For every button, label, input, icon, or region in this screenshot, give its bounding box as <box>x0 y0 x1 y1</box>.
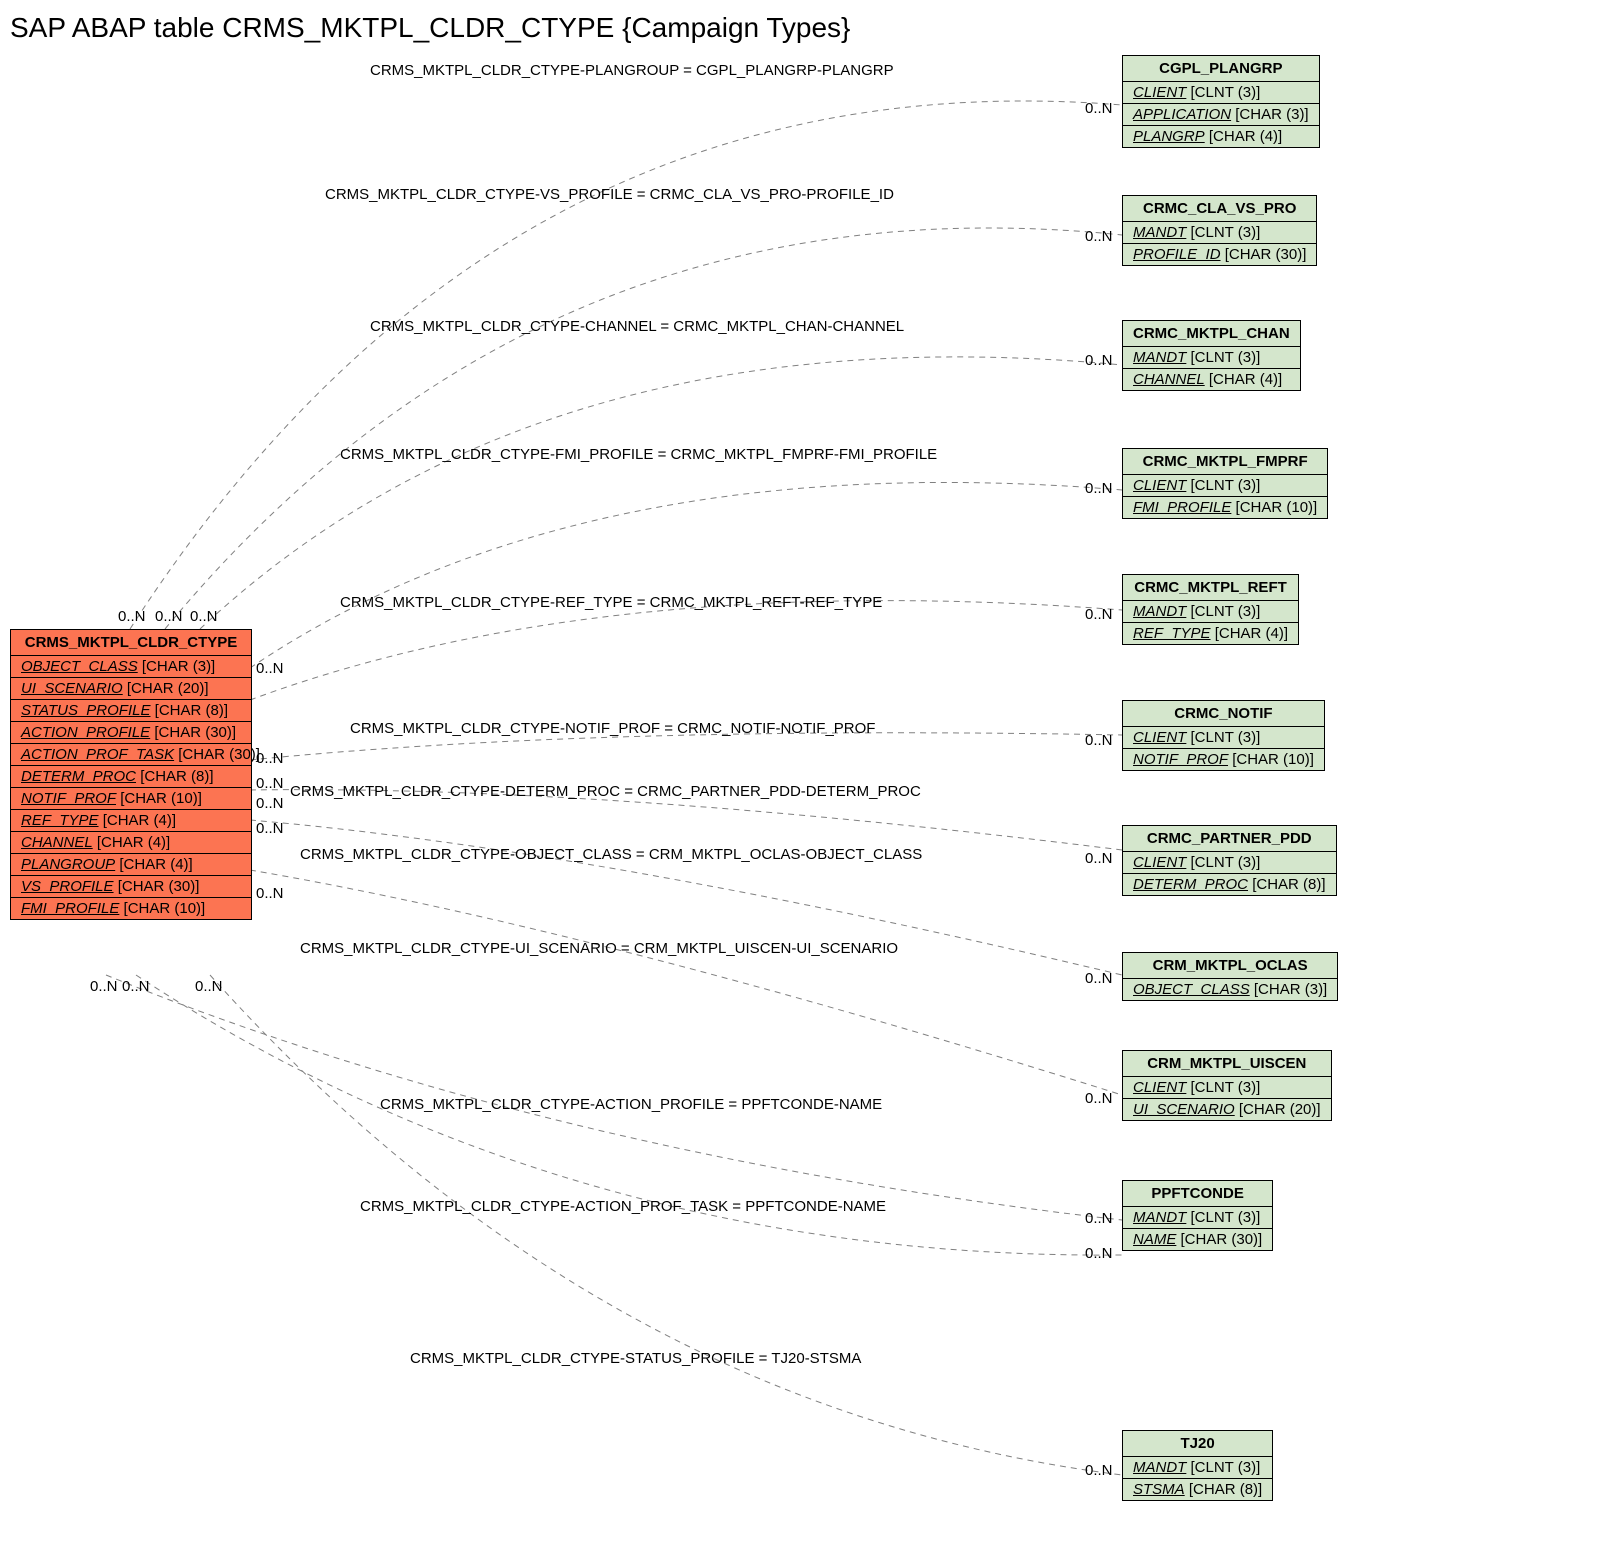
target-table-header: TJ20 <box>1123 1431 1272 1457</box>
table-row: NOTIF_PROF [CHAR (10)] <box>11 788 251 810</box>
cardinality-label: 0..N <box>256 795 284 812</box>
table-row: CHANNEL [CHAR (4)] <box>1123 369 1300 390</box>
cardinality-label: 0..N <box>1085 850 1113 867</box>
table-row: REF_TYPE [CHAR (4)] <box>1123 623 1298 644</box>
target-table-header: CRM_MKTPL_OCLAS <box>1123 953 1337 979</box>
relationship-label: CRMS_MKTPL_CLDR_CTYPE-NOTIF_PROF = CRMC_… <box>350 720 875 737</box>
target-table-header: CRMC_NOTIF <box>1123 701 1324 727</box>
target-table-header: PPFTCONDE <box>1123 1181 1272 1207</box>
table-row: CLIENT [CLNT (3)] <box>1123 82 1319 104</box>
target-table-cgpl-plangrp: CGPL_PLANGRP CLIENT [CLNT (3)] APPLICATI… <box>1122 55 1320 148</box>
target-table-header: CGPL_PLANGRP <box>1123 56 1319 82</box>
cardinality-label: 0..N <box>1085 1210 1113 1227</box>
target-table-header: CRMC_MKTPL_REFT <box>1123 575 1298 601</box>
relationship-label: CRMS_MKTPL_CLDR_CTYPE-DETERM_PROC = CRMC… <box>290 783 921 800</box>
cardinality-label: 0..N <box>256 885 284 902</box>
table-row: REF_TYPE [CHAR (4)] <box>11 810 251 832</box>
cardinality-label: 0..N <box>195 978 223 995</box>
table-row: MANDT [CLNT (3)] <box>1123 347 1300 369</box>
table-row: DETERM_PROC [CHAR (8)] <box>1123 874 1336 895</box>
table-row: MANDT [CLNT (3)] <box>1123 1457 1272 1479</box>
table-row: UI_SCENARIO [CHAR (20)] <box>11 678 251 700</box>
table-row: APPLICATION [CHAR (3)] <box>1123 104 1319 126</box>
cardinality-label: 0..N <box>1085 1462 1113 1479</box>
cardinality-label: 0..N <box>1085 352 1113 369</box>
table-row: ACTION_PROFILE [CHAR (30)] <box>11 722 251 744</box>
target-table-header: CRMC_PARTNER_PDD <box>1123 826 1336 852</box>
table-row: PLANGRP [CHAR (4)] <box>1123 126 1319 147</box>
target-table-header: CRMC_MKTPL_FMPRF <box>1123 449 1327 475</box>
table-row: MANDT [CLNT (3)] <box>1123 222 1316 244</box>
relationship-label: CRMS_MKTPL_CLDR_CTYPE-ACTION_PROF_TASK =… <box>360 1198 886 1215</box>
relationship-label: CRMS_MKTPL_CLDR_CTYPE-ACTION_PROFILE = P… <box>380 1096 882 1113</box>
table-row: PLANGROUP [CHAR (4)] <box>11 854 251 876</box>
cardinality-label: 0..N <box>122 978 150 995</box>
cardinality-label: 0..N <box>1085 1245 1113 1262</box>
target-table-crmc-notif: CRMC_NOTIF CLIENT [CLNT (3)] NOTIF_PROF … <box>1122 700 1325 771</box>
table-row: OBJECT_CLASS [CHAR (3)] <box>11 656 251 678</box>
page-title: SAP ABAP table CRMS_MKTPL_CLDR_CTYPE {Ca… <box>10 12 850 44</box>
table-row: DETERM_PROC [CHAR (8)] <box>11 766 251 788</box>
table-row: CLIENT [CLNT (3)] <box>1123 1077 1331 1099</box>
relationship-label: CRMS_MKTPL_CLDR_CTYPE-REF_TYPE = CRMC_MK… <box>340 594 882 611</box>
target-table-header: CRM_MKTPL_UISCEN <box>1123 1051 1331 1077</box>
target-table-header: CRMC_CLA_VS_PRO <box>1123 196 1316 222</box>
table-row: FMI_PROFILE [CHAR (10)] <box>11 898 251 919</box>
cardinality-label: 0..N <box>256 775 284 792</box>
relationship-label: CRMS_MKTPL_CLDR_CTYPE-STATUS_PROFILE = T… <box>410 1350 861 1367</box>
target-table-crm-mktpl-uiscen: CRM_MKTPL_UISCEN CLIENT [CLNT (3)] UI_SC… <box>1122 1050 1332 1121</box>
relationship-label: CRMS_MKTPL_CLDR_CTYPE-PLANGROUP = CGPL_P… <box>370 62 894 79</box>
table-row: NOTIF_PROF [CHAR (10)] <box>1123 749 1324 770</box>
table-row: MANDT [CLNT (3)] <box>1123 601 1298 623</box>
target-table-crmc-mktpl-chan: CRMC_MKTPL_CHAN MANDT [CLNT (3)] CHANNEL… <box>1122 320 1301 391</box>
cardinality-label: 0..N <box>256 750 284 767</box>
table-row: OBJECT_CLASS [CHAR (3)] <box>1123 979 1337 1000</box>
cardinality-label: 0..N <box>256 820 284 837</box>
table-row: UI_SCENARIO [CHAR (20)] <box>1123 1099 1331 1120</box>
table-row: ACTION_PROF_TASK [CHAR (30)] <box>11 744 251 766</box>
table-row: VS_PROFILE [CHAR (30)] <box>11 876 251 898</box>
relationship-label: CRMS_MKTPL_CLDR_CTYPE-CHANNEL = CRMC_MKT… <box>370 318 904 335</box>
table-row: STATUS_PROFILE [CHAR (8)] <box>11 700 251 722</box>
cardinality-label: 0..N <box>1085 970 1113 987</box>
cardinality-label: 0..N <box>90 978 118 995</box>
cardinality-label: 0..N <box>190 608 218 625</box>
cardinality-label: 0..N <box>118 608 146 625</box>
cardinality-label: 0..N <box>155 608 183 625</box>
cardinality-label: 0..N <box>1085 1090 1113 1107</box>
relationship-label: CRMS_MKTPL_CLDR_CTYPE-FMI_PROFILE = CRMC… <box>340 446 937 463</box>
table-row: CHANNEL [CHAR (4)] <box>11 832 251 854</box>
target-table-crmc-mktpl-reft: CRMC_MKTPL_REFT MANDT [CLNT (3)] REF_TYP… <box>1122 574 1299 645</box>
source-table: CRMS_MKTPL_CLDR_CTYPE OBJECT_CLASS [CHAR… <box>10 629 252 920</box>
target-table-crm-mktpl-oclas: CRM_MKTPL_OCLAS OBJECT_CLASS [CHAR (3)] <box>1122 952 1338 1001</box>
table-row: CLIENT [CLNT (3)] <box>1123 727 1324 749</box>
cardinality-label: 0..N <box>1085 100 1113 117</box>
relationship-label: CRMS_MKTPL_CLDR_CTYPE-UI_SCENARIO = CRM_… <box>300 940 898 957</box>
diagram-canvas: SAP ABAP table CRMS_MKTPL_CLDR_CTYPE {Ca… <box>0 0 1613 1554</box>
relationship-label: CRMS_MKTPL_CLDR_CTYPE-VS_PROFILE = CRMC_… <box>325 186 894 203</box>
cardinality-label: 0..N <box>1085 480 1113 497</box>
table-row: PROFILE_ID [CHAR (30)] <box>1123 244 1316 265</box>
table-row: STSMA [CHAR (8)] <box>1123 1479 1272 1500</box>
table-row: CLIENT [CLNT (3)] <box>1123 475 1327 497</box>
target-table-header: CRMC_MKTPL_CHAN <box>1123 321 1300 347</box>
table-row: FMI_PROFILE [CHAR (10)] <box>1123 497 1327 518</box>
cardinality-label: 0..N <box>1085 732 1113 749</box>
cardinality-label: 0..N <box>256 660 284 677</box>
target-table-crmc-mktpl-fmprf: CRMC_MKTPL_FMPRF CLIENT [CLNT (3)] FMI_P… <box>1122 448 1328 519</box>
cardinality-label: 0..N <box>1085 228 1113 245</box>
table-row: NAME [CHAR (30)] <box>1123 1229 1272 1250</box>
cardinality-label: 0..N <box>1085 606 1113 623</box>
target-table-crmc-cla-vs-pro: CRMC_CLA_VS_PRO MANDT [CLNT (3)] PROFILE… <box>1122 195 1317 266</box>
table-row: CLIENT [CLNT (3)] <box>1123 852 1336 874</box>
source-table-header: CRMS_MKTPL_CLDR_CTYPE <box>11 630 251 656</box>
target-table-ppftconde: PPFTCONDE MANDT [CLNT (3)] NAME [CHAR (3… <box>1122 1180 1273 1251</box>
target-table-crmc-partner-pdd: CRMC_PARTNER_PDD CLIENT [CLNT (3)] DETER… <box>1122 825 1337 896</box>
relationship-label: CRMS_MKTPL_CLDR_CTYPE-OBJECT_CLASS = CRM… <box>300 846 922 863</box>
target-table-tj20: TJ20 MANDT [CLNT (3)] STSMA [CHAR (8)] <box>1122 1430 1273 1501</box>
table-row: MANDT [CLNT (3)] <box>1123 1207 1272 1229</box>
